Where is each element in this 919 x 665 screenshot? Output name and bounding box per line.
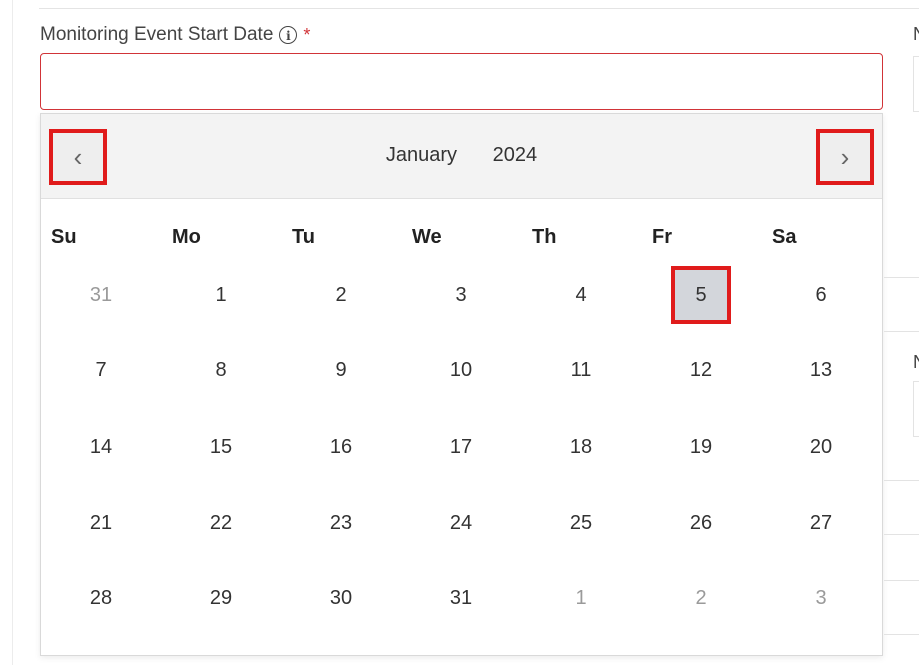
adjacent-divider xyxy=(884,331,919,332)
month-selector[interactable]: January xyxy=(386,144,457,166)
weekday-label: Tu xyxy=(292,226,315,248)
form-top-divider xyxy=(39,0,919,9)
calendar-day[interactable]: 13 xyxy=(791,341,851,399)
calendar-day[interactable]: 12 xyxy=(671,341,731,399)
calendar-day[interactable]: 22 xyxy=(191,494,251,552)
calendar-day[interactable]: 20 xyxy=(791,418,851,476)
year-selector[interactable]: 2024 xyxy=(493,144,538,166)
calendar-day[interactable]: 2 xyxy=(671,569,731,627)
date-picker-calendar: ‹ January 2024 › Su Mo Tu We Th Fr Sa 31 1 2 3 4 5 6… xyxy=(40,113,883,656)
calendar-day[interactable]: 29 xyxy=(191,569,251,627)
calendar-day[interactable]: 8 xyxy=(191,341,251,399)
required-asterisk: * xyxy=(303,24,311,45)
calendar-day[interactable]: 31 xyxy=(71,266,131,324)
adjacent-divider xyxy=(884,534,919,535)
calendar-day-selected[interactable]: 5 xyxy=(671,266,731,324)
start-date-label-text: Monitoring Event Start Date xyxy=(40,24,274,45)
calendar-day[interactable]: 2 xyxy=(311,266,371,324)
chevron-right-icon: › xyxy=(840,141,850,172)
calendar-day[interactable]: 21 xyxy=(71,494,131,552)
calendar-day[interactable]: 15 xyxy=(191,418,251,476)
adjacent-divider xyxy=(884,580,919,581)
weekday-label: Fr xyxy=(652,226,672,248)
next-month-button[interactable]: › xyxy=(816,129,874,185)
calendar-day[interactable]: 3 xyxy=(431,266,491,324)
calendar-day[interactable]: 17 xyxy=(431,418,491,476)
adjacent-divider xyxy=(884,480,919,481)
weekday-label: Sa xyxy=(772,226,797,248)
calendar-day[interactable]: 3 xyxy=(791,569,851,627)
calendar-day[interactable]: 26 xyxy=(671,494,731,552)
calendar-day[interactable]: 30 xyxy=(311,569,371,627)
calendar-day[interactable]: 1 xyxy=(551,569,611,627)
adjacent-field-label: N xyxy=(913,352,919,373)
calendar-day[interactable]: 31 xyxy=(431,569,491,627)
calendar-day[interactable]: 9 xyxy=(311,341,371,399)
calendar-day[interactable]: 19 xyxy=(671,418,731,476)
adjacent-field-label: N xyxy=(913,24,919,45)
weekday-label: Th xyxy=(532,226,557,248)
start-date-label: Monitoring Event Start Date i * xyxy=(40,24,310,46)
calendar-day[interactable]: 25 xyxy=(551,494,611,552)
info-icon[interactable]: i xyxy=(279,26,298,44)
adjacent-divider xyxy=(884,634,919,635)
weekday-label: Mo xyxy=(172,226,201,248)
calendar-day[interactable]: 24 xyxy=(431,494,491,552)
calendar-day[interactable]: 4 xyxy=(551,266,611,324)
calendar-day[interactable]: 7 xyxy=(71,341,131,399)
weekday-label: Su xyxy=(51,226,77,248)
calendar-day[interactable]: 27 xyxy=(791,494,851,552)
calendar-day[interactable]: 14 xyxy=(71,418,131,476)
left-panel-edge xyxy=(0,0,13,665)
calendar-day[interactable]: 10 xyxy=(431,341,491,399)
adjacent-field-input[interactable] xyxy=(913,56,919,112)
weekday-label: We xyxy=(412,226,442,248)
calendar-day[interactable]: 18 xyxy=(551,418,611,476)
weekday-header-row: Su Mo Tu We Th Fr Sa xyxy=(41,226,882,256)
adjacent-field-input[interactable] xyxy=(913,381,919,437)
calendar-day[interactable]: 16 xyxy=(311,418,371,476)
calendar-day[interactable]: 23 xyxy=(311,494,371,552)
calendar-day[interactable]: 6 xyxy=(791,266,851,324)
calendar-header: ‹ January 2024 › xyxy=(41,114,882,199)
start-date-input[interactable] xyxy=(40,53,883,110)
adjacent-divider xyxy=(884,277,919,278)
calendar-day[interactable]: 11 xyxy=(551,341,611,399)
calendar-day[interactable]: 1 xyxy=(191,266,251,324)
month-year-display: January 2024 xyxy=(41,144,882,167)
calendar-day[interactable]: 28 xyxy=(71,569,131,627)
